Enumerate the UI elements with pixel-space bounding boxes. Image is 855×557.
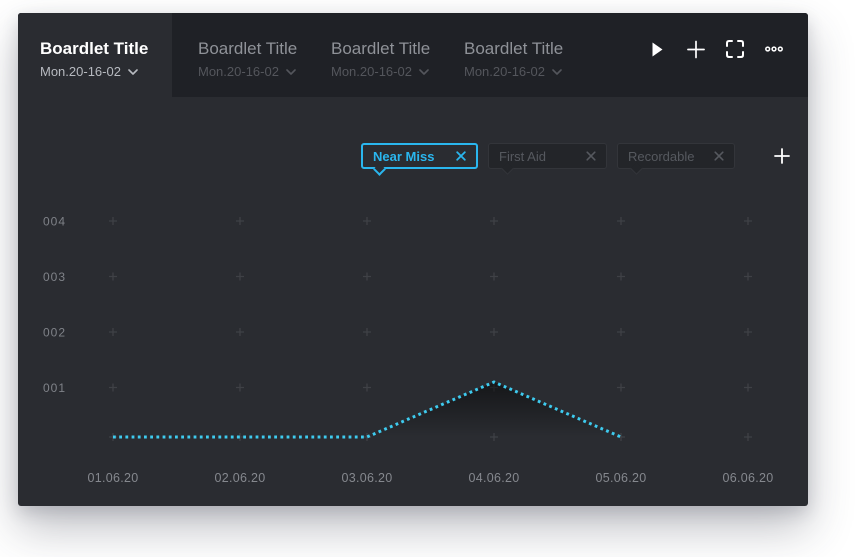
chart-grid-markers: [109, 217, 752, 441]
x-axis-labels: 01.06.20 02.06.20 03.06.20 04.06.20 05.06.20…: [87, 471, 773, 485]
tab-title: Boardlet Title: [464, 39, 564, 58]
tab-boardlet-2[interactable]: Boardlet Title Mon.20-16-02: [172, 13, 305, 97]
tab-title: Boardlet Title: [198, 39, 298, 58]
header-actions: [648, 13, 808, 97]
filter-chip-first-aid[interactable]: First Aid: [488, 143, 607, 175]
y-axis-labels: 004 003 002 001: [43, 215, 66, 396]
svg-text:003: 003: [43, 270, 66, 284]
chip-label: First Aid: [499, 148, 546, 164]
tab-title: Boardlet Title: [331, 39, 431, 58]
tab-date-label: Mon.20-16-02: [464, 64, 545, 79]
chevron-down-icon: [552, 68, 562, 75]
svg-text:004: 004: [43, 215, 66, 229]
chevron-down-icon: [419, 68, 429, 75]
more-options-icon[interactable]: [765, 40, 783, 58]
svg-text:02.06.20: 02.06.20: [214, 471, 265, 485]
tab-boardlet-1[interactable]: Boardlet Title Mon.20-16-02: [18, 13, 172, 97]
svg-text:01.06.20: 01.06.20: [87, 471, 138, 485]
svg-text:04.06.20: 04.06.20: [468, 471, 519, 485]
svg-text:002: 002: [43, 326, 66, 340]
svg-text:03.06.20: 03.06.20: [341, 471, 392, 485]
svg-text:06.06.20: 06.06.20: [722, 471, 773, 485]
chevron-down-icon: [286, 68, 296, 75]
tab-boardlet-3[interactable]: Boardlet Title Mon.20-16-02: [305, 13, 438, 97]
chevron-down-icon: [128, 68, 138, 75]
add-filter-icon[interactable]: [773, 147, 791, 165]
tab-date-label: Mon.20-16-02: [40, 64, 121, 79]
close-icon[interactable]: [586, 151, 596, 161]
tab-title: Boardlet Title: [40, 39, 149, 58]
filter-chip-recordable[interactable]: Recordable: [617, 143, 735, 175]
close-icon[interactable]: [714, 151, 724, 161]
tab-date-label: Mon.20-16-02: [331, 64, 412, 79]
play-icon[interactable]: [648, 40, 666, 58]
close-icon[interactable]: [456, 151, 466, 161]
tab-date-dropdown[interactable]: Mon.20-16-02: [198, 64, 305, 79]
tab-date-dropdown[interactable]: Mon.20-16-02: [464, 64, 571, 79]
boardlet-body: 01.06.20 02.06.20 03.06.20 04.06.20 05.06.20…: [18, 97, 808, 506]
add-boardlet-icon[interactable]: [687, 40, 705, 58]
svg-text:05.06.20: 05.06.20: [595, 471, 646, 485]
tab-date-label: Mon.20-16-02: [198, 64, 279, 79]
tab-date-dropdown[interactable]: Mon.20-16-02: [40, 64, 172, 79]
boardlet-header: Boardlet Title Mon.20-16-02 Boardlet Tit…: [18, 13, 808, 97]
boardlet-card: Boardlet Title Mon.20-16-02 Boardlet Tit…: [18, 13, 808, 506]
tab-boardlet-4[interactable]: Boardlet Title Mon.20-16-02: [438, 13, 571, 97]
svg-text:001: 001: [43, 381, 66, 395]
chip-label: Recordable: [628, 148, 695, 164]
tab-date-dropdown[interactable]: Mon.20-16-02: [331, 64, 438, 79]
chip-label: Near Miss: [373, 148, 435, 164]
filter-chip-row: Near Miss First Aid Recordable: [361, 143, 791, 176]
filter-chip-near-miss[interactable]: Near Miss: [361, 143, 478, 176]
fullscreen-icon[interactable]: [726, 40, 744, 58]
